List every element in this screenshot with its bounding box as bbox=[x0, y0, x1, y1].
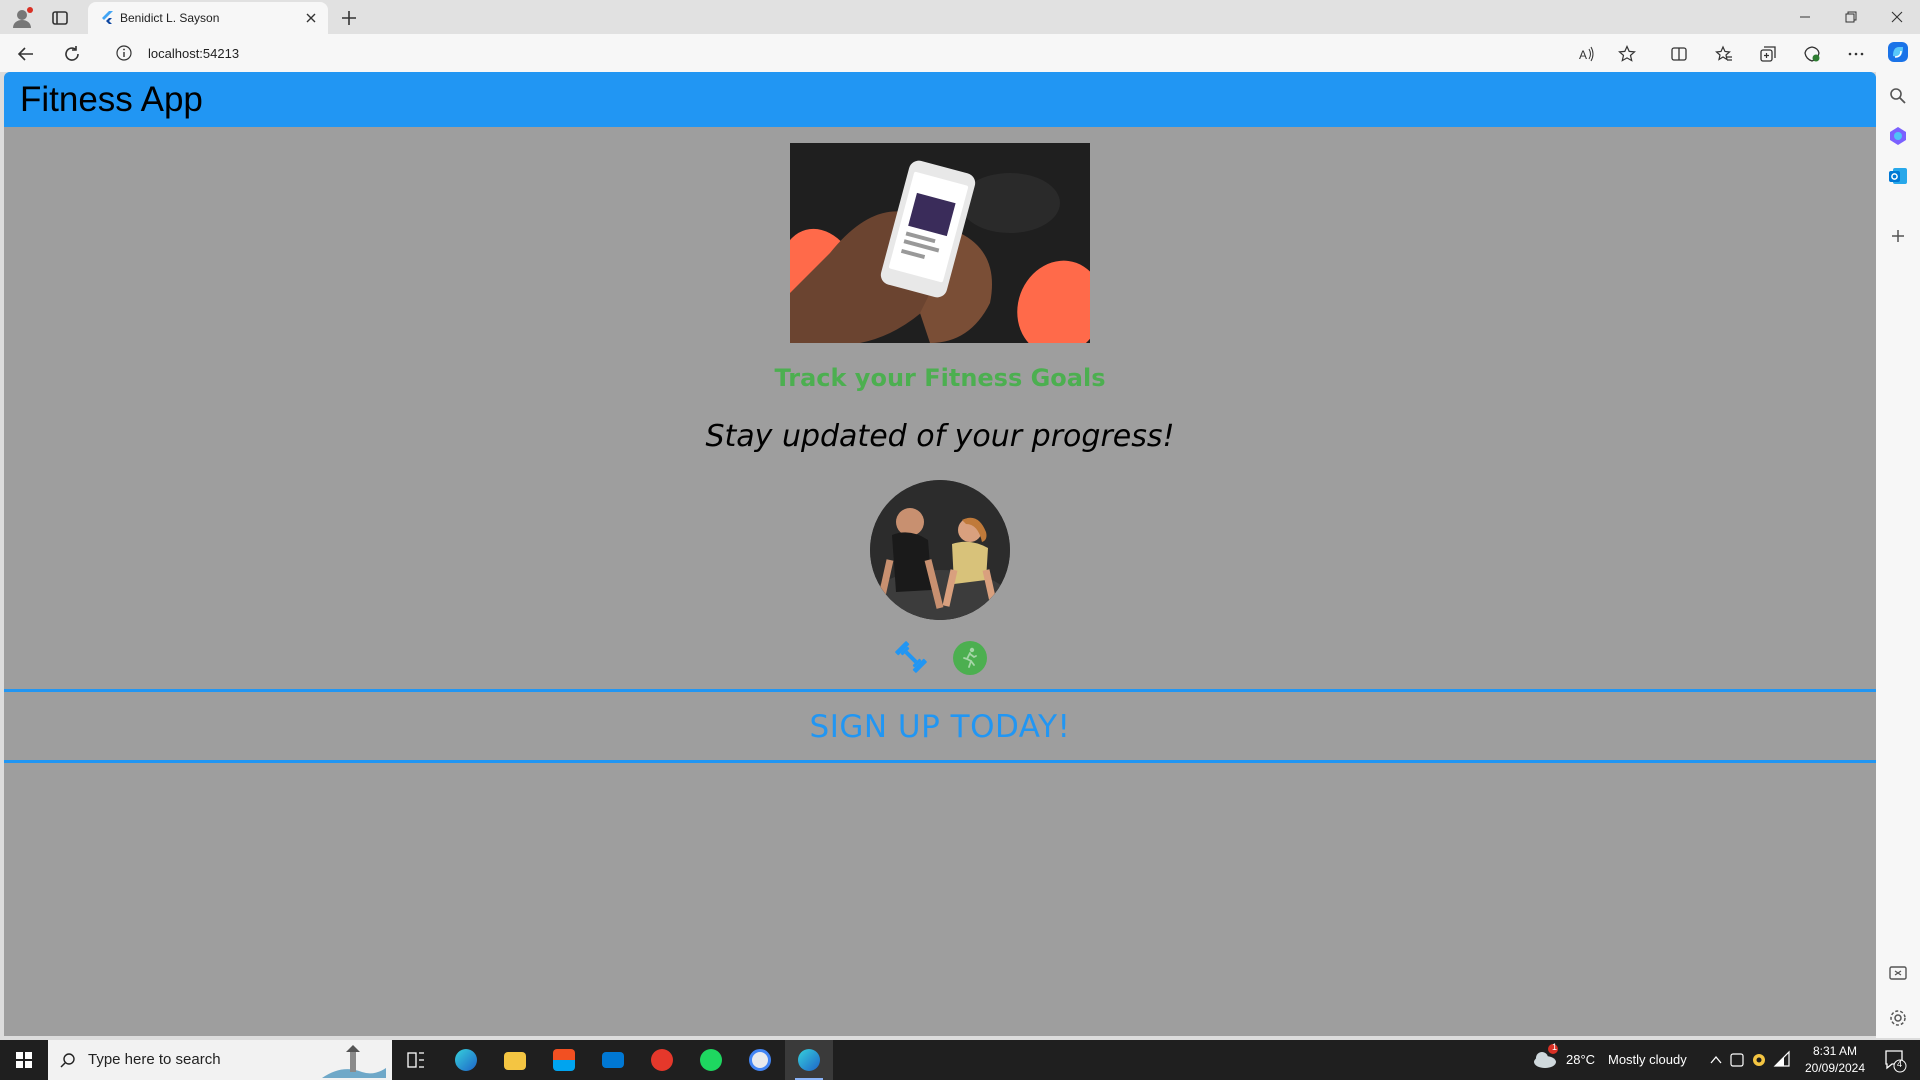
restore-icon[interactable] bbox=[1828, 0, 1874, 34]
tagline: Stay updated of your progress! bbox=[705, 419, 1175, 454]
workout-circle-image bbox=[870, 480, 1010, 620]
microsoft-store-icon[interactable] bbox=[540, 1040, 588, 1080]
meet-now-icon[interactable] bbox=[1728, 1040, 1746, 1080]
browser-toolbar: localhost:54213 A bbox=[0, 34, 1920, 72]
tab-strip: Benidict L. Sayson bbox=[0, 0, 1920, 34]
clock-date: 20/09/2024 bbox=[1804, 1061, 1866, 1075]
address-bar[interactable]: localhost:54213 bbox=[104, 37, 1634, 69]
weather-alert-badge: 1 bbox=[1552, 1042, 1558, 1052]
page-viewport: Fitness App Track your Fitness Goals Sta… bbox=[4, 72, 1876, 1036]
more-options-icon[interactable] bbox=[1842, 40, 1870, 68]
minimize-icon[interactable] bbox=[1782, 0, 1828, 34]
wifi-icon[interactable] bbox=[1772, 1040, 1792, 1080]
show-hidden-icons-chevron-icon[interactable] bbox=[1706, 1040, 1726, 1080]
svg-text:A: A bbox=[1579, 48, 1587, 62]
signup-label: SIGN UP TODAY! bbox=[809, 709, 1071, 745]
flutter-favicon-icon bbox=[100, 10, 116, 26]
browser-essentials-icon[interactable] bbox=[1798, 40, 1826, 68]
read-aloud-icon[interactable]: A bbox=[1573, 40, 1601, 68]
app-bar: Fitness App bbox=[4, 72, 1876, 127]
edge-taskbar-icon[interactable] bbox=[442, 1040, 490, 1080]
mail-icon[interactable] bbox=[589, 1040, 637, 1080]
search-placeholder: Type here to search bbox=[88, 1051, 221, 1068]
collections-icon[interactable] bbox=[1754, 40, 1782, 68]
task-view-icon[interactable] bbox=[392, 1040, 440, 1080]
search-icon bbox=[60, 1052, 76, 1068]
site-info-icon[interactable] bbox=[116, 45, 132, 61]
taskbar-search-box[interactable]: Type here to search bbox=[48, 1040, 392, 1080]
favorite-star-icon[interactable] bbox=[1613, 40, 1641, 68]
signup-button[interactable]: SIGN UP TODAY! bbox=[4, 689, 1876, 763]
sidebar-add-icon[interactable] bbox=[1886, 224, 1910, 248]
running-icon[interactable] bbox=[953, 641, 987, 675]
url-text: localhost:54213 bbox=[148, 46, 240, 61]
file-explorer-icon[interactable] bbox=[491, 1040, 539, 1080]
refresh-icon[interactable] bbox=[58, 40, 86, 68]
back-icon[interactable] bbox=[12, 40, 40, 68]
weather-description[interactable]: Mostly cloudy bbox=[1608, 1052, 1687, 1080]
search-highlight-image bbox=[322, 1044, 386, 1078]
windows-start-icon[interactable] bbox=[0, 1040, 48, 1080]
close-window-icon[interactable] bbox=[1874, 0, 1920, 34]
new-tab-icon[interactable] bbox=[336, 5, 362, 31]
tab-title: Benidict L. Sayson bbox=[120, 11, 220, 25]
active-tab[interactable]: Benidict L. Sayson bbox=[88, 2, 328, 34]
spotify-icon[interactable] bbox=[687, 1040, 735, 1080]
clock-time: 8:31 AM bbox=[1812, 1044, 1858, 1058]
profile-icon[interactable] bbox=[10, 6, 34, 30]
dumbbell-icon[interactable] bbox=[892, 638, 930, 676]
edge-active-taskbar-icon[interactable] bbox=[785, 1040, 833, 1080]
app-title: Fitness App bbox=[20, 80, 203, 119]
edge-sidebar bbox=[1876, 72, 1920, 1038]
weather-temp[interactable]: 28°C bbox=[1566, 1052, 1595, 1080]
subtitle: Track your Fitness Goals bbox=[774, 364, 1106, 392]
system-clock[interactable]: 8:31 AM 20/09/2024 bbox=[1800, 1043, 1870, 1077]
android-studio-icon[interactable] bbox=[736, 1040, 784, 1080]
tab-actions-icon[interactable] bbox=[48, 6, 72, 30]
copilot-icon[interactable] bbox=[1884, 38, 1912, 66]
sidebar-search-icon[interactable] bbox=[1886, 84, 1910, 108]
vpn-status-icon[interactable] bbox=[1750, 1040, 1768, 1080]
sidebar-screenshot-icon[interactable] bbox=[1886, 962, 1910, 986]
notification-count: 4 bbox=[1897, 1059, 1903, 1069]
split-screen-icon[interactable] bbox=[1665, 40, 1693, 68]
sidebar-settings-icon[interactable] bbox=[1886, 1006, 1910, 1030]
notifications-icon[interactable] bbox=[1874, 1040, 1914, 1080]
wps-office-icon[interactable] bbox=[638, 1040, 686, 1080]
sidebar-copilot-icon[interactable] bbox=[1886, 124, 1910, 148]
hero-image-phone-workout bbox=[790, 143, 1090, 343]
windows-taskbar: Type here to search 1 28°C Mostly cloudy… bbox=[0, 1040, 1920, 1080]
favorites-icon[interactable] bbox=[1710, 40, 1738, 68]
sidebar-outlook-icon[interactable] bbox=[1886, 164, 1910, 188]
close-tab-icon[interactable] bbox=[302, 9, 320, 27]
